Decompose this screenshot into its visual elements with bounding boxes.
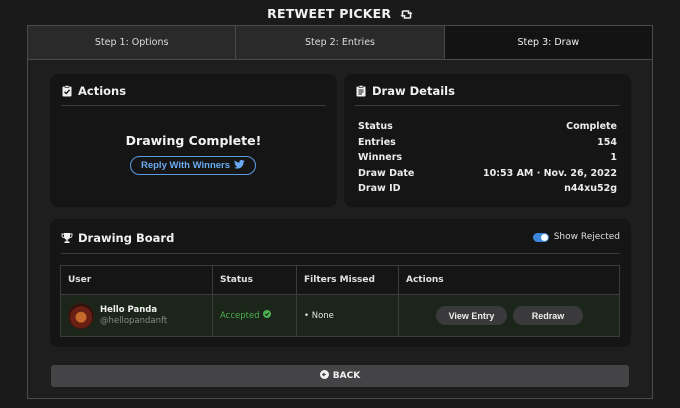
show-rejected-toggle-wrap: Show Rejected: [532, 232, 620, 242]
drawing-board-title: Drawing Board: [78, 231, 175, 245]
column-header-status: Status: [213, 266, 297, 294]
twitter-bird-icon: [234, 159, 245, 172]
column-header-user: User: [61, 266, 213, 294]
status-badge: Accepted: [220, 310, 271, 321]
reply-button-label: Reply With Winners: [140, 160, 231, 171]
column-header-filters-missed: Filters Missed: [297, 266, 399, 294]
entries-table: User Status Filters Missed Actions Hello…: [60, 265, 620, 337]
detail-label: Status: [358, 121, 393, 132]
drawing-board-header: Drawing Board: [61, 231, 174, 245]
view-entry-button[interactable]: View Entry: [436, 306, 507, 325]
status-text: Accepted: [220, 310, 260, 321]
avatar: [68, 302, 94, 329]
draw-details-header: Draw Details: [355, 84, 455, 98]
detail-label: Draw ID: [358, 183, 401, 194]
details-list: Status Complete Entries 154 Winners 1 Dr…: [358, 119, 617, 197]
drawing-complete-message: Drawing Complete!: [125, 133, 262, 148]
draw-details-title: Draw Details: [372, 84, 455, 98]
tab-options[interactable]: Step 1: Options: [28, 26, 237, 59]
divider: [61, 105, 326, 106]
toggle-knob: [540, 233, 548, 241]
back-button[interactable]: BACK: [51, 365, 629, 387]
detail-row-winners: Winners 1: [358, 150, 617, 166]
detail-row-draw-id: Draw ID n44xu52g: [358, 181, 617, 197]
tab-draw[interactable]: Step 3: Draw: [444, 26, 652, 59]
user-name: Hello Panda: [100, 305, 158, 315]
detail-value: Complete: [566, 121, 617, 132]
actions-cell: View Entry Redraw: [399, 295, 619, 336]
tab-entries[interactable]: Step 2: Entries: [236, 26, 445, 59]
filters-missed-cell: • None: [297, 295, 399, 336]
main-frame: Step 1: Options Step 2: Entries Step 3: …: [27, 25, 653, 399]
detail-label: Winners: [358, 152, 403, 163]
detail-row-entries: Entries 154: [358, 135, 617, 151]
divider: [355, 105, 620, 106]
detail-value: 154: [597, 136, 617, 148]
actions-header: Actions: [61, 84, 126, 98]
app-title-text: RETWEET PICKER: [267, 6, 392, 21]
step-tabs: Step 1: Options Step 2: Entries Step 3: …: [28, 26, 652, 60]
user-info: Hello Panda @hellopandanft: [100, 305, 167, 326]
back-button-label: BACK: [332, 371, 361, 381]
user-handle: @hellopandanft: [100, 316, 168, 326]
show-rejected-toggle[interactable]: [532, 232, 549, 242]
detail-row-status: Status Complete: [358, 119, 617, 135]
detail-row-draw-date: Draw Date 10:53 AM · Nov. 26, 2022: [358, 166, 617, 182]
draw-details-card: Draw Details Status Complete Entries 154…: [344, 74, 631, 207]
reply-with-winners-button[interactable]: Reply With Winners: [130, 156, 256, 175]
show-rejected-label: Show Rejected: [553, 232, 620, 242]
retweet-icon: [400, 8, 413, 23]
user-cell: Hello Panda @hellopandanft: [61, 295, 213, 336]
actions-card: Actions Drawing Complete! Reply With Win…: [50, 74, 337, 207]
drawing-board-card: Drawing Board Show Rejected User Status …: [50, 219, 631, 347]
detail-value: 10:53 AM · Nov. 26, 2022: [483, 167, 617, 179]
redraw-button[interactable]: Redraw: [513, 306, 583, 325]
detail-label: Draw Date: [358, 167, 415, 179]
column-header-actions: Actions: [406, 275, 444, 285]
clipboard-check-icon: [61, 85, 73, 97]
detail-value: n44xu52g: [564, 183, 617, 194]
status-cell: Accepted: [213, 295, 297, 336]
clipboard-list-icon: [355, 85, 367, 97]
app-title: RETWEET PICKER: [0, 6, 680, 23]
arrow-left-circle-icon: [319, 370, 329, 382]
table-row: Hello Panda @hellopandanft Accepted • No…: [61, 295, 619, 336]
divider: [61, 253, 620, 254]
check-circle-icon: [262, 310, 271, 321]
detail-label: Entries: [358, 136, 396, 148]
trophy-icon: [61, 232, 73, 244]
table-header: User Status Filters Missed Actions: [61, 266, 619, 295]
actions-title: Actions: [78, 84, 127, 98]
detail-value: 1: [610, 152, 617, 163]
